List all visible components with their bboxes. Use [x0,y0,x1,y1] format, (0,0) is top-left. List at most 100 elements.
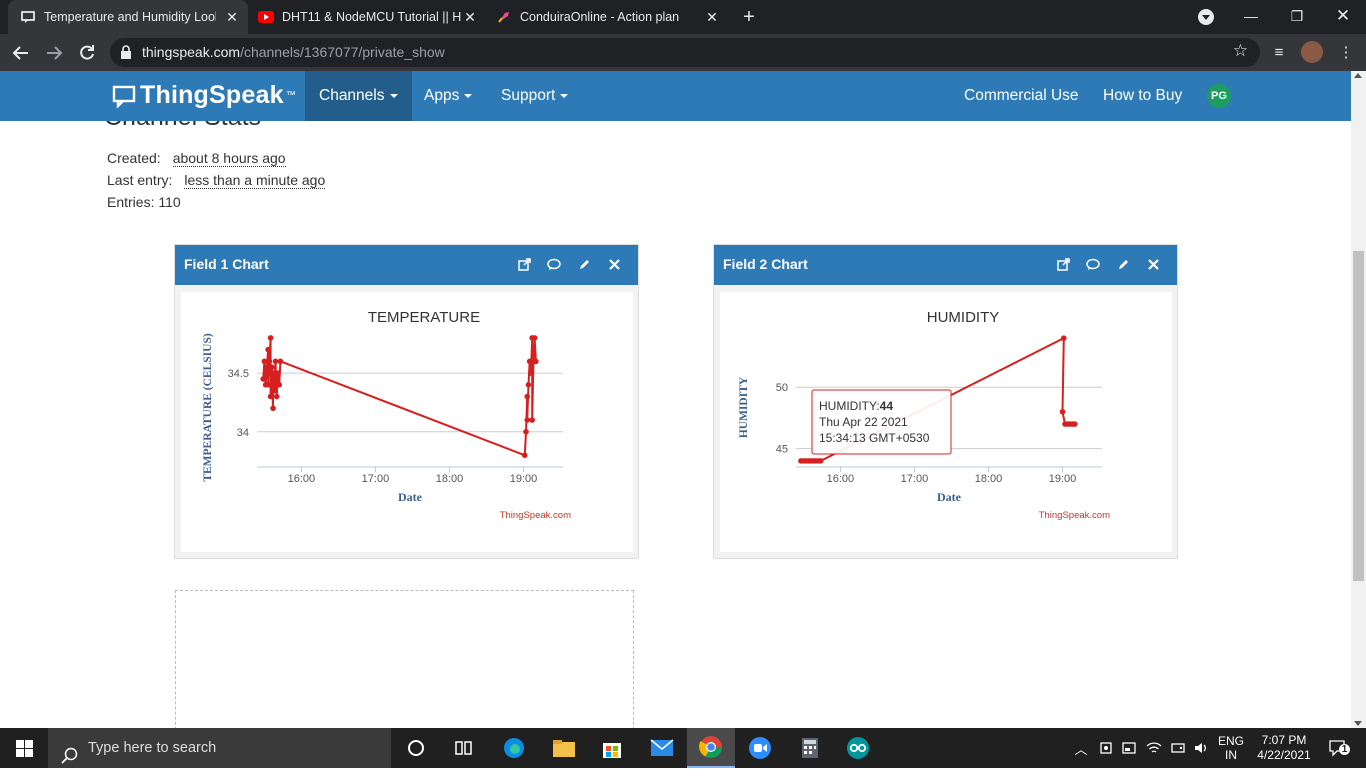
browser-tab-thingspeak[interactable]: Temperature and Humidity Look ✕ [8,0,248,34]
scrollbar-thumb[interactable] [1353,251,1364,581]
chart-title: HUMIDITY [927,309,1000,326]
clock[interactable]: 7:07 PM 4/22/2021 [1252,728,1316,768]
chart-area: TEMPERATURE 34 34.5 16:00 17:00 18:00 19:00 Dat… [181,292,633,552]
file-explorer-icon[interactable] [540,728,588,768]
data-point [267,335,274,341]
caret-down-icon [464,93,473,98]
last-entry-label: Last entry: [107,172,173,188]
data-point [270,370,276,376]
data-point [523,428,529,435]
page-scrollbar[interactable] [1351,71,1366,728]
field1-chart-panel: Field 1 Chart TEMPERATURE 34 34.5 16:00 17:0… [174,244,639,559]
scroll-down-arrow-icon[interactable] [1354,721,1362,726]
tab-search-icon[interactable] [1198,9,1214,25]
external-link-icon[interactable] [516,245,532,283]
network-drive-icon[interactable] [1168,728,1188,768]
nav-channels[interactable]: Channels [305,71,412,121]
calculator-icon[interactable] [786,728,834,768]
data-point [265,382,271,388]
y-axis-label: HUMIDITY [738,376,750,438]
profile-avatar-icon[interactable] [1301,41,1323,63]
created-value: about 8 hours ago [172,150,286,167]
new-tab-button[interactable]: + [737,5,761,29]
menu-dots-icon[interactable]: ⋮ [1335,42,1357,64]
notification-center-icon[interactable]: 1 [1322,728,1352,768]
data-point [524,393,531,400]
data-point [531,335,538,341]
trademark: ™ [285,90,296,101]
reading-list-icon[interactable]: ≡ [1268,42,1290,64]
lang-bottom: IN [1225,748,1237,762]
minimize-icon[interactable]: — [1228,0,1274,34]
task-view-icon[interactable] [440,728,488,768]
mail-icon[interactable] [638,728,686,768]
thingspeak-logo[interactable]: ThingSpeak ™ [112,81,296,110]
comment-icon[interactable] [1085,245,1101,283]
window-close-icon[interactable]: ✕ [1320,0,1366,34]
nav-how-to-buy[interactable]: How to Buy [1089,71,1196,121]
browser-tab-strip: Temperature and Humidity Look ✕ DHT11 & … [0,0,1366,34]
data-point [521,452,528,459]
close-icon[interactable] [1145,245,1161,283]
chrome-icon[interactable] [687,728,735,768]
battery-icon[interactable] [1120,728,1140,768]
brand-name: ThingSpeak [140,81,284,109]
meet-now-icon[interactable] [1096,728,1116,768]
browser-tab-conduira[interactable]: ConduiraOnline - Action plan ✕ [488,0,728,34]
chart-tooltip: HUMIDITY:44 Thu Apr 22 2021 15:34:13 GMT+0… [811,389,952,455]
scroll-up-arrow-icon[interactable] [1354,73,1362,78]
comment-icon[interactable] [546,245,562,283]
nav-commercial-use[interactable]: Commercial Use [950,71,1093,121]
temperature-chart[interactable]: TEMPERATURE 34 34.5 16:00 17:00 18:00 19:00 Dat… [181,292,633,552]
humidity-chart[interactable]: HUMIDITY 45 50 16:00 17:00 18:00 19:00 Date HUMI… [720,292,1172,552]
reload-icon[interactable] [74,40,100,66]
user-avatar[interactable]: PG [1207,84,1231,108]
chart-credit: ThingSpeak.com [500,510,571,521]
data-point [260,376,266,382]
browser-tab-youtube[interactable]: DHT11 & NodeMCU Tutorial || H ✕ [250,0,486,34]
forward-arrow-icon[interactable] [41,40,67,66]
volume-icon[interactable] [1191,728,1211,768]
bookmark-star-icon[interactable]: ☆ [1233,41,1248,61]
youtube-favicon-icon [258,9,274,25]
external-link-icon[interactable] [1055,245,1071,283]
nav-support[interactable]: Support [487,71,582,121]
y-tick-label: 34 [237,427,249,439]
close-tab-icon[interactable]: ✕ [704,9,720,25]
store-icon[interactable] [588,728,636,768]
wifi-icon[interactable] [1144,728,1164,768]
clock-date: 4/22/2021 [1257,748,1311,762]
close-icon[interactable] [606,245,622,283]
thingspeak-favicon-icon [20,9,36,25]
windows-taskbar: Type here to search ︿ ENG IN 7:07 PM 4/2… [0,728,1366,768]
close-tab-icon[interactable]: ✕ [462,9,478,25]
restore-icon[interactable]: ❐ [1274,0,1320,34]
panel-title: Field 2 Chart [723,256,808,272]
edge-icon[interactable] [490,728,538,768]
zoom-icon[interactable] [736,728,784,768]
pencil-icon[interactable] [1115,245,1131,283]
tray-overflow-chevron-icon[interactable]: ︿ [1072,728,1090,768]
data-point [1059,408,1066,415]
address-bar[interactable]: thingspeak.com/channels/1367077/private_… [110,38,1260,67]
y-tick-label: 50 [776,382,788,394]
y-tick-label: 45 [776,444,788,456]
arduino-icon[interactable] [834,728,882,768]
notification-count-badge: 1 [1339,744,1350,755]
data-point [269,364,275,371]
empty-widget-placeholder [175,590,634,740]
entries-stat: Entries: 110 [107,194,181,210]
pencil-icon[interactable] [576,245,592,283]
x-tick-label: 18:00 [975,473,1003,485]
cortana-icon[interactable] [392,728,440,768]
data-point [267,393,274,400]
windows-start-icon[interactable] [0,728,48,768]
panel-header: Field 1 Chart [175,245,638,285]
language-indicator[interactable]: ENG IN [1214,728,1248,768]
data-point [261,358,268,365]
taskbar-search-box[interactable]: Type here to search [48,728,391,768]
rocket-favicon-icon [496,9,512,25]
nav-apps[interactable]: Apps [410,71,486,121]
close-tab-icon[interactable]: ✕ [224,9,240,25]
back-arrow-icon[interactable] [8,40,34,66]
